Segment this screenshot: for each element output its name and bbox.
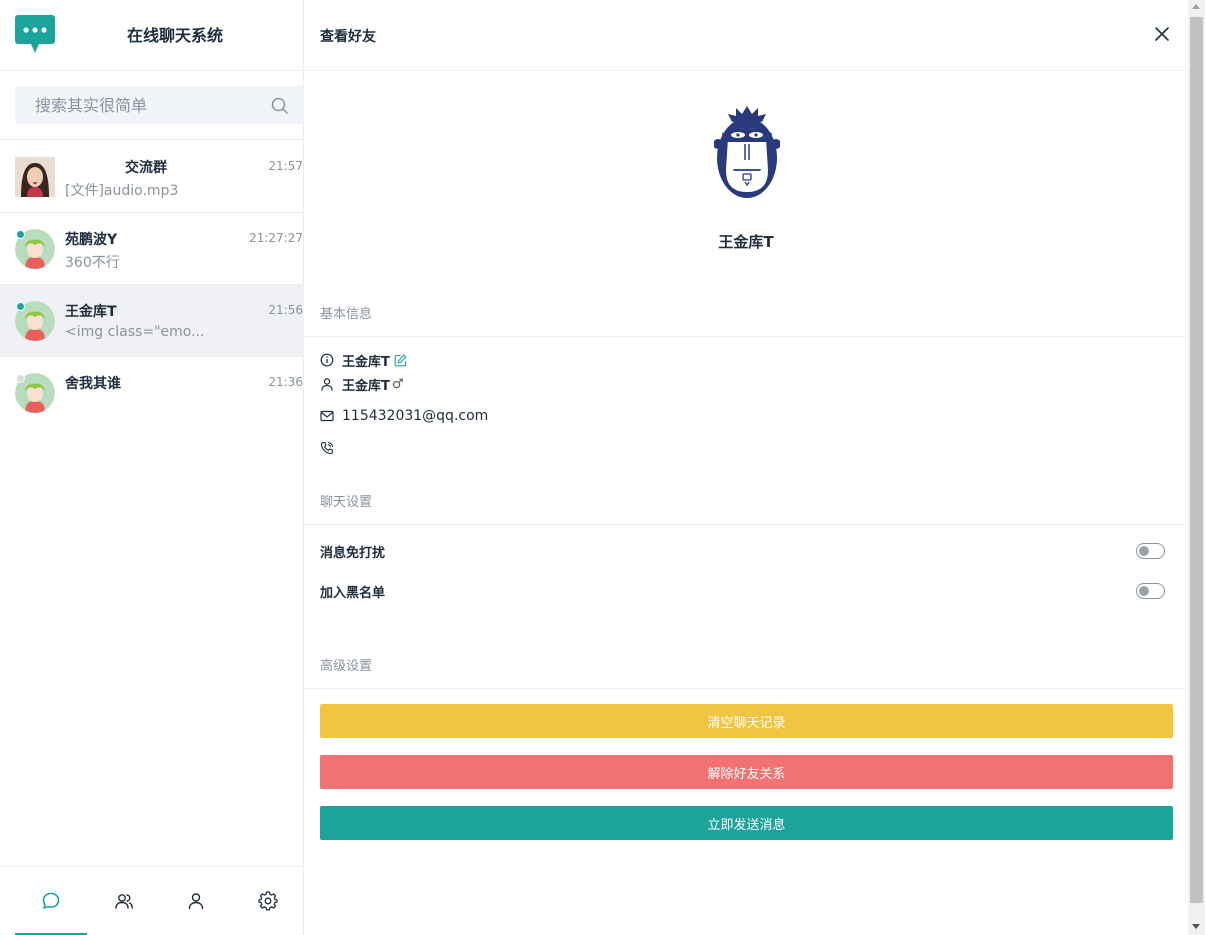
scroll-thumb[interactable] (1190, 17, 1203, 903)
divider (304, 688, 1188, 689)
user-icon (188, 893, 204, 910)
chat-time: 21:36 (268, 375, 303, 389)
clear-history-button[interactable]: 清空聊天记录 (320, 704, 1173, 738)
toggle-knob (1139, 545, 1149, 556)
nav-settings[interactable] (232, 867, 304, 935)
toggle-knob (1139, 585, 1149, 596)
divider (304, 336, 1188, 337)
sidebar-header: 在线聊天系统 (0, 0, 304, 71)
male-gender-icon: ♂ (391, 376, 404, 392)
chat-preview: <img class="emo... (65, 324, 205, 340)
chat-time: 21:57 (268, 159, 303, 173)
monkey-avatar (714, 106, 780, 198)
phone-icon (320, 441, 334, 455)
divider (304, 524, 1188, 525)
chat-time: 21:56 (268, 303, 303, 317)
blacklist-label: 加入黑名单 (320, 586, 386, 601)
blacklist-setting-row: 加入黑名单 (320, 582, 1165, 602)
app-title: 在线聊天系统 (127, 26, 224, 45)
mute-toggle[interactable] (1136, 543, 1165, 559)
chat-preview: 360不行 (65, 255, 120, 271)
chat-bubble-icon (42, 892, 60, 909)
chat-list-item[interactable]: 舍我其谁 21:36 (0, 357, 304, 429)
section-advanced-settings: 高级设置 (320, 659, 373, 674)
chat-name: 舍我其谁 (65, 376, 121, 392)
friend-detail-panel: 查看好友 王金库T 基本信息 王金库T 王金库T ♂ 115432031@qq.… (304, 0, 1188, 935)
contacts-icon (115, 894, 133, 909)
app-window: 在线聊天系统 交流群 21:57 [文件]audio.mp3 (0, 0, 1205, 935)
nav-contacts[interactable] (88, 867, 160, 935)
mute-label: 消息免打扰 (320, 546, 386, 561)
nav-chats[interactable] (15, 867, 87, 935)
gear-icon (258, 891, 278, 911)
chat-name: 交流群 (125, 160, 167, 176)
chat-name: 苑鹏波Y (65, 232, 118, 248)
bottom-nav (0, 866, 304, 935)
scroll-up-arrow-icon[interactable] (1192, 4, 1200, 9)
mail-icon (320, 410, 334, 422)
search-input[interactable] (15, 86, 265, 124)
edit-icon[interactable] (394, 353, 407, 367)
phone-row (320, 438, 342, 458)
info-circle-icon (320, 353, 334, 367)
panel-header: 查看好友 (304, 0, 1188, 71)
offline-status-dot (16, 374, 25, 383)
divider (0, 139, 304, 140)
search-box (15, 86, 304, 124)
email-value: 115432031@qq.com (342, 408, 489, 424)
sidebar: 在线聊天系统 交流群 21:57 [文件]audio.mp3 (0, 0, 304, 935)
send-message-button[interactable]: 立即发送消息 (320, 806, 1173, 840)
nickname-row: 王金库T (320, 350, 407, 370)
nickname-value: 王金库T (342, 354, 390, 370)
scroll-down-arrow-icon[interactable] (1192, 924, 1200, 929)
chat-list-item[interactable]: 交流群 21:57 [文件]audio.mp3 (0, 141, 304, 213)
chat-logo-icon (15, 15, 55, 53)
friend-name: 王金库T (718, 233, 774, 251)
remove-friend-button[interactable]: 解除好友关系 (320, 755, 1173, 789)
user-icon (321, 378, 333, 391)
online-status-dot (16, 302, 25, 311)
username-row: 王金库T ♂ (320, 374, 404, 394)
mute-setting-row: 消息免打扰 (320, 542, 1165, 562)
email-row: 115432031@qq.com (320, 406, 488, 426)
username-value: 王金库T (342, 378, 390, 394)
vertical-scrollbar[interactable] (1188, 0, 1205, 935)
online-status-dot (16, 230, 25, 239)
panel-title: 查看好友 (320, 29, 376, 45)
chat-time: 21:27:27 (249, 231, 303, 245)
section-chat-settings: 聊天设置 (320, 495, 373, 510)
close-icon[interactable] (1154, 26, 1170, 42)
chat-preview: [文件]audio.mp3 (65, 183, 179, 199)
group-avatar (15, 157, 55, 197)
chat-list-item[interactable]: 王金库T 21:56 <img class="emo... (0, 285, 304, 357)
chat-name: 王金库T (65, 304, 117, 320)
blacklist-toggle[interactable] (1136, 583, 1165, 599)
section-basic-info: 基本信息 (320, 307, 373, 322)
search-icon[interactable] (271, 97, 288, 114)
nav-profile[interactable] (160, 867, 232, 935)
chat-list-item[interactable]: 苑鹏波Y 21:27:27 360不行 (0, 213, 304, 285)
